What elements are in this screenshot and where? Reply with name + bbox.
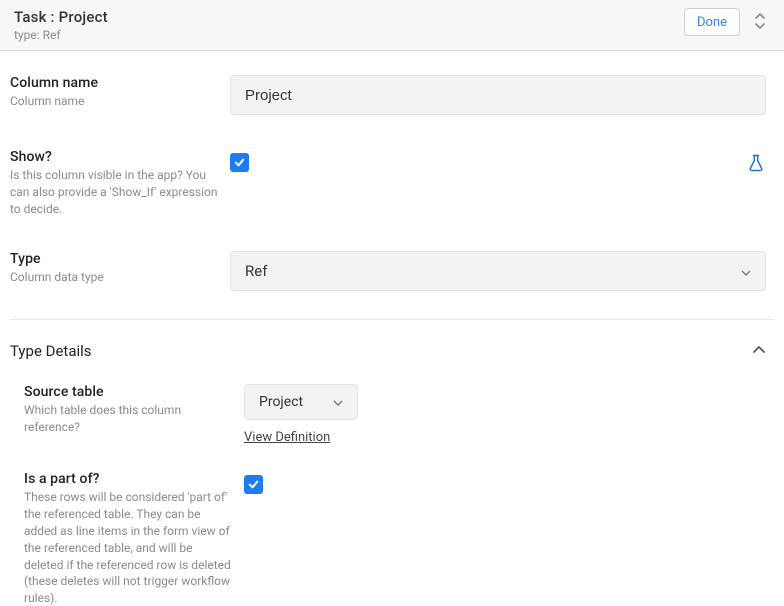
show-desc: Is this column visible in the app? You c… xyxy=(10,167,218,217)
field-right xyxy=(230,149,766,217)
source-table-select[interactable]: Project xyxy=(244,384,358,420)
source-table-desc: Which table does this column reference? xyxy=(24,402,232,436)
field-left: Type Column data type xyxy=(10,251,230,291)
view-definition-link[interactable]: View Definition xyxy=(244,430,330,445)
page-title: Task : Project xyxy=(14,8,108,26)
is-part-of-label: Is a part of? xyxy=(24,471,232,487)
type-value: Ref xyxy=(43,28,61,42)
page-subtitle: type: Ref xyxy=(14,28,108,42)
field-right: Project View Definition xyxy=(244,384,766,445)
type-select-value: Ref xyxy=(245,262,267,280)
flask-icon[interactable] xyxy=(746,153,766,177)
editor-header: Task : Project type: Ref Done xyxy=(0,0,784,51)
field-row-type: Type Column data type Ref xyxy=(0,227,784,301)
field-left: Column name Column name xyxy=(10,75,230,115)
type-label: Type xyxy=(10,251,218,267)
type-select[interactable]: Ref xyxy=(230,251,766,291)
field-row-source-table: Source table Which table does this colum… xyxy=(0,366,784,445)
column-name-desc: Column name xyxy=(10,93,218,110)
header-actions: Done xyxy=(684,8,770,36)
field-right: Ref xyxy=(230,251,766,291)
field-row-is-part-of: Is a part of? These rows will be conside… xyxy=(0,445,784,606)
field-right xyxy=(244,471,766,606)
type-details-header[interactable]: Type Details xyxy=(0,320,784,366)
done-button[interactable]: Done xyxy=(684,8,740,36)
column-name-label: Column name xyxy=(10,75,218,91)
field-right xyxy=(230,75,766,115)
chevron-up-icon xyxy=(752,344,766,359)
type-desc: Column data type xyxy=(10,269,218,286)
field-left: Is a part of? These rows will be conside… xyxy=(24,471,244,606)
form-scroll-area[interactable]: Column name Column name Show? Is this co… xyxy=(0,51,784,606)
type-details-title: Type Details xyxy=(10,342,92,360)
caret-down-icon xyxy=(333,394,343,410)
field-left: Source table Which table does this colum… xyxy=(24,384,244,445)
is-part-of-checkbox[interactable] xyxy=(244,475,263,494)
caret-down-icon xyxy=(741,262,751,280)
show-checkbox[interactable] xyxy=(230,153,249,172)
is-part-of-desc: These rows will be considered 'part of' … xyxy=(24,489,232,606)
expand-collapse-handle[interactable] xyxy=(750,12,770,33)
field-left: Show? Is this column visible in the app?… xyxy=(10,149,230,217)
type-prefix: type: xyxy=(14,28,43,42)
header-title-block: Task : Project type: Ref xyxy=(14,8,108,42)
source-table-label: Source table xyxy=(24,384,232,400)
source-table-value: Project xyxy=(259,394,303,410)
show-label: Show? xyxy=(10,149,218,165)
field-row-column-name: Column name Column name xyxy=(0,51,784,125)
column-name-input[interactable] xyxy=(230,75,766,115)
field-row-show: Show? Is this column visible in the app?… xyxy=(0,125,784,227)
